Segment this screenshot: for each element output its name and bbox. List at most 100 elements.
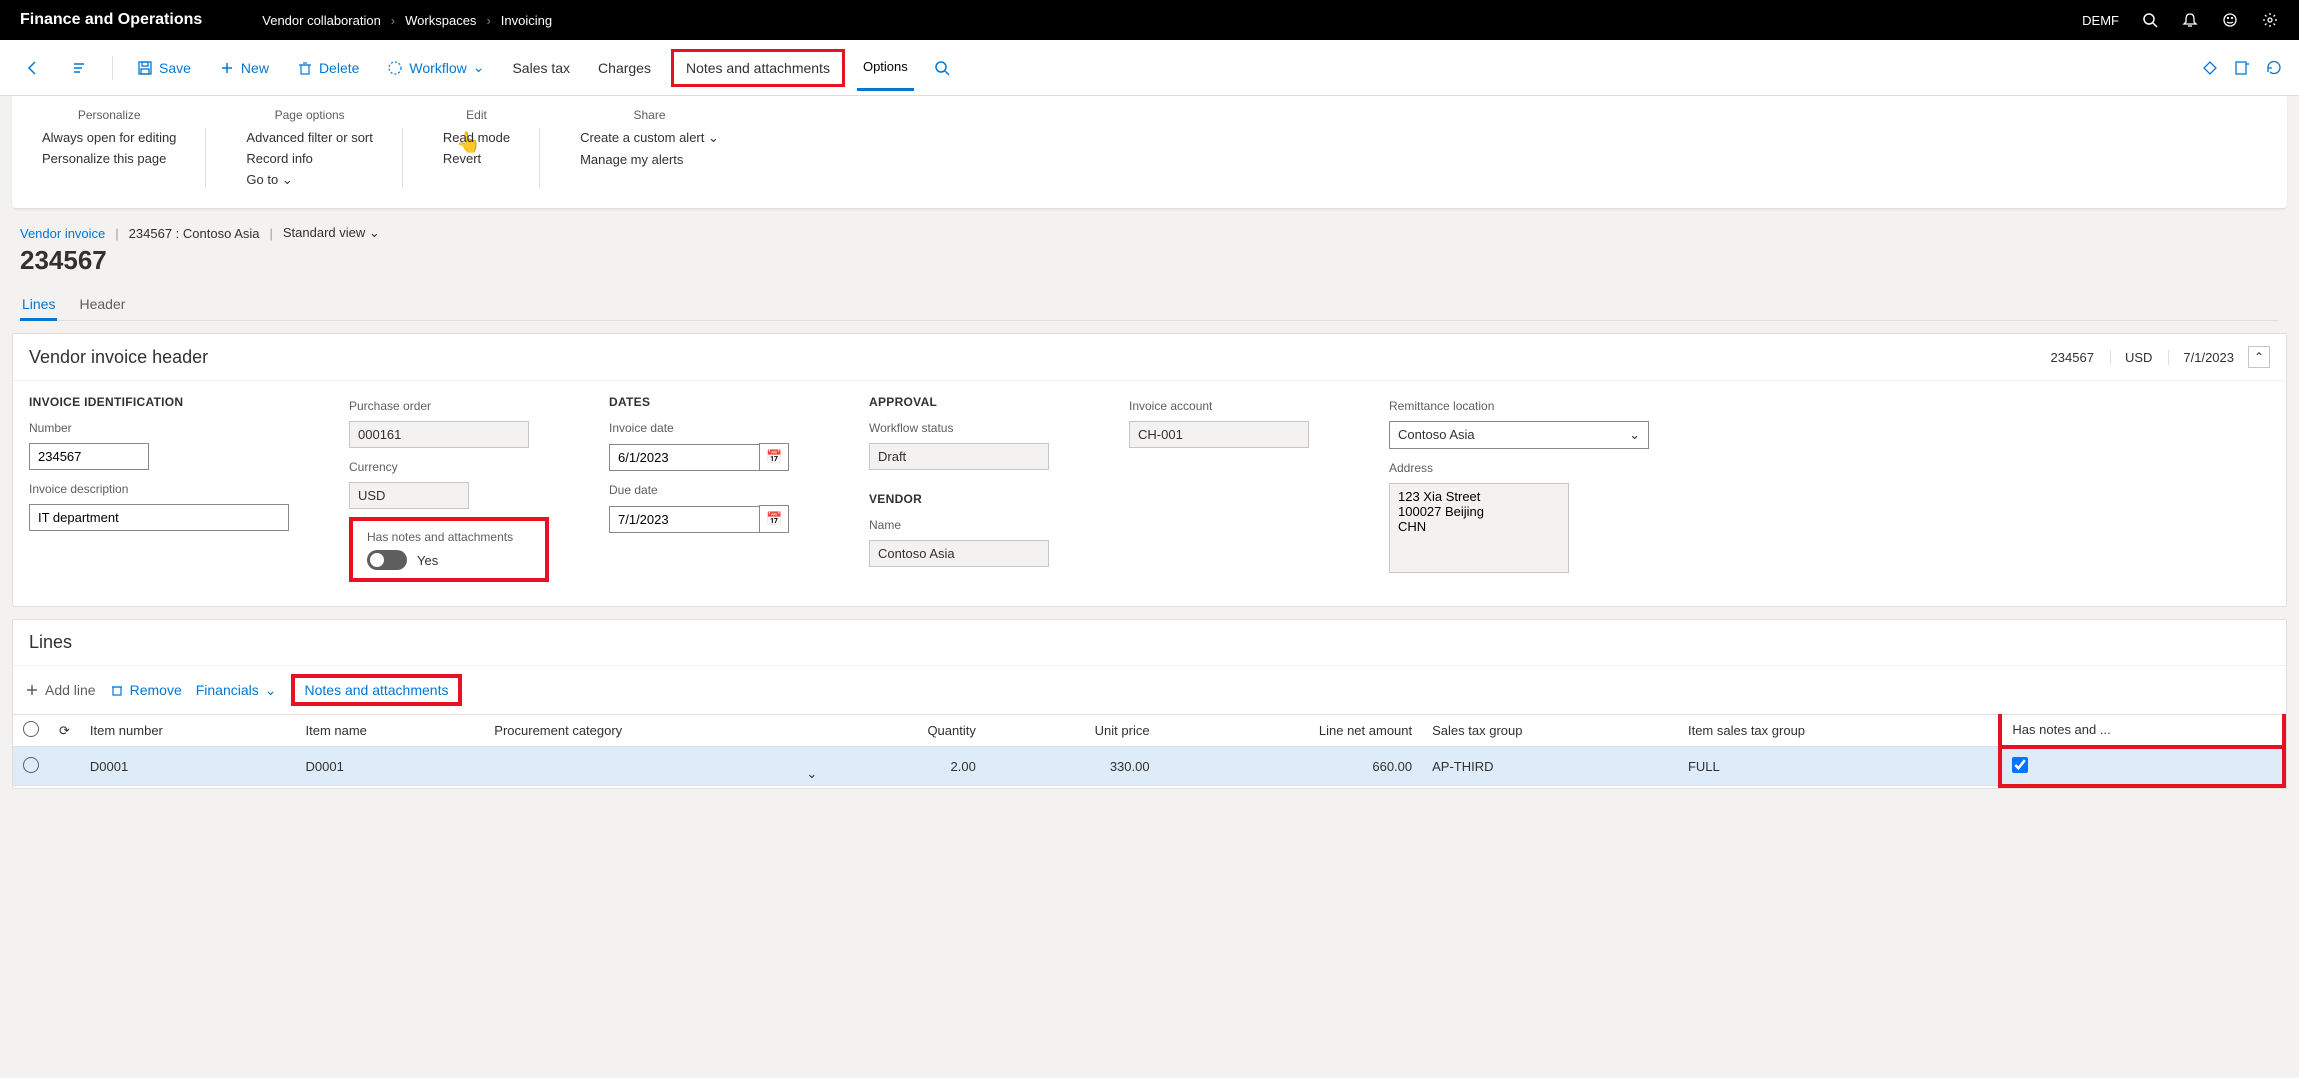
charges-button[interactable]: Charges xyxy=(590,54,659,82)
hasnotes-label: Has notes and attachments xyxy=(367,530,513,544)
col-sales-tax-group[interactable]: Sales tax group xyxy=(1422,715,1678,747)
open-new-icon[interactable] xyxy=(2233,59,2251,77)
number-input[interactable] xyxy=(29,443,149,470)
breadcrumb-item[interactable]: Invoicing xyxy=(501,13,552,28)
desc-label: Invoice description xyxy=(29,482,289,496)
due-date-input[interactable] xyxy=(609,506,759,533)
chevron-right-icon: › xyxy=(391,13,395,28)
new-button[interactable]: New xyxy=(211,54,277,82)
revert[interactable]: Revert xyxy=(443,151,510,166)
calendar-icon[interactable]: 📅 xyxy=(759,443,789,471)
list-button[interactable] xyxy=(62,53,96,83)
select-all-radio[interactable] xyxy=(23,721,39,737)
col-procurement[interactable]: Procurement category xyxy=(484,715,827,747)
save-button[interactable]: Save xyxy=(129,54,199,82)
manage-my-alerts[interactable]: Manage my alerts xyxy=(580,152,719,167)
salestax-button[interactable]: Sales tax xyxy=(504,54,578,82)
vendor-name-value: Contoso Asia xyxy=(869,540,1049,567)
line-notes-highlight: Notes and attachments xyxy=(291,674,463,706)
record-info[interactable]: Record info xyxy=(246,151,372,166)
chevron-right-icon: › xyxy=(486,13,490,28)
refresh-icon[interactable]: ⟳ xyxy=(59,723,70,738)
always-open-editing[interactable]: Always open for editing xyxy=(42,130,176,145)
calendar-icon[interactable]: 📅 xyxy=(759,505,789,533)
cell-taxgroup[interactable]: AP-THIRD xyxy=(1422,747,1678,786)
bell-icon[interactable] xyxy=(2181,11,2199,29)
breadcrumb-item[interactable]: Workspaces xyxy=(405,13,476,28)
notes-attachments-button[interactable]: Notes and attachments xyxy=(678,54,838,82)
options-ribbon: Personalize Always open for editing Pers… xyxy=(12,96,2287,209)
col-has-notes[interactable]: Has notes and ... xyxy=(2000,715,2284,747)
col-unit-price[interactable]: Unit price xyxy=(986,715,1160,747)
cell-itemtax[interactable]: FULL xyxy=(1678,747,2000,786)
notes-attachments-highlight: Notes and attachments xyxy=(671,49,845,87)
financials-button[interactable]: Financials ⌄ xyxy=(196,682,277,699)
cell-item-name[interactable]: D0001 xyxy=(296,747,485,786)
back-button[interactable] xyxy=(16,53,50,83)
col-line-net[interactable]: Line net amount xyxy=(1160,715,1423,747)
hasnotes-checkbox[interactable] xyxy=(2012,757,2028,773)
hasnotes-toggle[interactable] xyxy=(367,550,407,570)
cell-net[interactable]: 660.00 xyxy=(1160,747,1423,786)
ribbon-group-head: Page options xyxy=(246,108,372,122)
search-icon[interactable] xyxy=(2141,11,2159,29)
chevron-down-icon[interactable]: ⌄ xyxy=(806,766,817,782)
company-code[interactable]: DEMF xyxy=(2082,13,2119,28)
invoice-date-input[interactable] xyxy=(609,444,759,471)
delete-button[interactable]: Delete xyxy=(289,54,367,82)
remove-button[interactable]: Remove xyxy=(110,682,182,698)
header-meta-currency: USD xyxy=(2110,350,2152,365)
ribbon-group-head: Share xyxy=(580,108,719,122)
filter-icon[interactable] xyxy=(926,54,958,82)
panel-title: Vendor invoice header xyxy=(29,347,208,368)
workflow-button[interactable]: Workflow ⌄ xyxy=(379,53,492,82)
vendor-invoice-link[interactable]: Vendor invoice xyxy=(20,226,105,241)
gear-icon[interactable] xyxy=(2261,11,2279,29)
chevron-down-icon: ⌄ xyxy=(473,59,485,76)
add-line-button[interactable]: Add line xyxy=(25,682,96,698)
options-tab[interactable]: Options xyxy=(857,45,914,91)
col-item-name[interactable]: Item name xyxy=(296,715,485,747)
read-mode[interactable]: Read mode xyxy=(443,130,510,145)
address-value: 123 Xia Street 100027 Beijing CHN xyxy=(1389,483,1569,573)
personalize-this-page[interactable]: Personalize this page xyxy=(42,151,176,166)
tab-lines[interactable]: Lines xyxy=(20,290,57,321)
invoice-date-label: Invoice date xyxy=(609,421,809,435)
brand-title: Finance and Operations xyxy=(20,11,202,29)
remittance-select[interactable]: Contoso Asia ⌄ xyxy=(1389,421,1649,449)
refresh-icon[interactable] xyxy=(2265,59,2283,77)
line-notes-attachments-button[interactable]: Notes and attachments xyxy=(305,682,449,698)
group-dates: DATES xyxy=(609,395,809,409)
col-item-number[interactable]: Item number xyxy=(80,715,296,747)
attachment-icon[interactable] xyxy=(2201,59,2219,77)
cell-item-number[interactable]: D0001 xyxy=(80,747,296,786)
desc-input[interactable] xyxy=(29,504,289,531)
breadcrumb-item[interactable]: Vendor collaboration xyxy=(262,13,381,28)
cell-procurement[interactable]: ⌄ xyxy=(484,747,827,786)
tab-header[interactable]: Header xyxy=(77,290,127,320)
hasnotes-value: Yes xyxy=(417,553,438,568)
po-label: Purchase order xyxy=(349,399,549,413)
remittance-label: Remittance location xyxy=(1389,399,1649,413)
cell-qty[interactable]: 2.00 xyxy=(827,747,986,786)
collapse-icon[interactable]: ⌃ xyxy=(2248,346,2270,368)
currency-value: USD xyxy=(349,482,469,509)
col-quantity[interactable]: Quantity xyxy=(827,715,986,747)
go-to[interactable]: Go to ⌄ xyxy=(246,172,372,188)
due-date-label: Due date xyxy=(609,483,809,497)
table-row[interactable]: D0001 D0001 ⌄ 2.00 330.00 660.00 AP-THIR… xyxy=(13,747,2284,786)
number-label: Number xyxy=(29,421,289,435)
col-item-tax-group[interactable]: Item sales tax group xyxy=(1678,715,2000,747)
invoice-account-label: Invoice account xyxy=(1129,399,1329,413)
chevron-down-icon: ⌄ xyxy=(369,225,380,240)
view-selector[interactable]: Standard view ⌄ xyxy=(283,225,380,241)
smile-icon[interactable] xyxy=(2221,11,2239,29)
workflow-status-label: Workflow status xyxy=(869,421,1069,435)
create-custom-alert[interactable]: Create a custom alert ⌄ xyxy=(580,130,719,146)
advanced-filter-sort[interactable]: Advanced filter or sort xyxy=(246,130,372,145)
row-select-radio[interactable] xyxy=(23,757,39,773)
has-notes-highlight: Has notes and attachments Yes xyxy=(349,517,549,582)
header-meta-number: 234567 xyxy=(2051,350,2094,365)
chevron-down-icon: ⌄ xyxy=(1629,427,1640,443)
cell-unit[interactable]: 330.00 xyxy=(986,747,1160,786)
